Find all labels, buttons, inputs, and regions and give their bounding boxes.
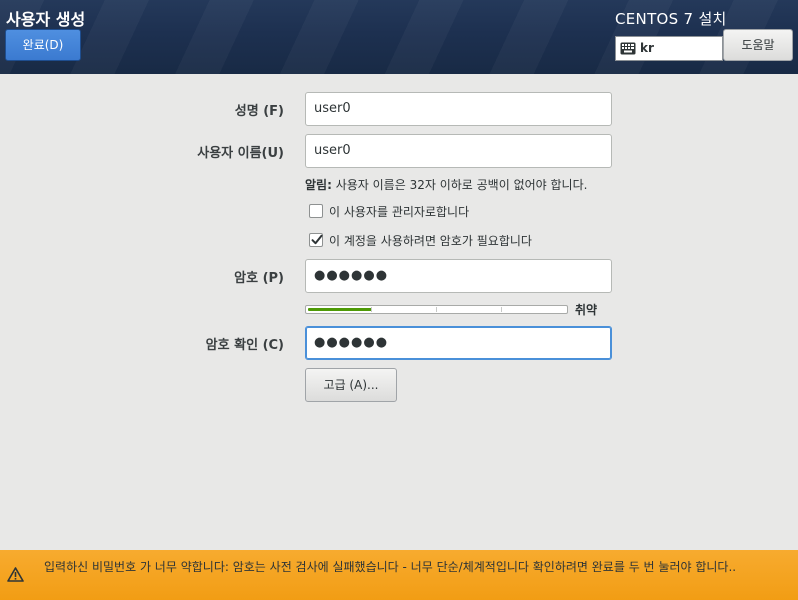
- admin-checkbox[interactable]: [309, 204, 323, 218]
- fullname-input[interactable]: user0: [305, 92, 612, 126]
- header-bar: 사용자 생성 완료(D) CENTOS 7 설치 kr 도움말: [0, 0, 798, 74]
- hint-body: 사용자 이름은 32자 이하로 공백이 없어야 합니다.: [331, 178, 588, 192]
- help-button[interactable]: 도움말: [723, 29, 793, 61]
- page-title: 사용자 생성: [6, 10, 86, 29]
- confirm-password-value: ●●●●●●: [314, 335, 389, 350]
- fullname-label: 성명 (F): [234, 104, 284, 119]
- confirm-password-input[interactable]: ●●●●●●: [305, 326, 612, 360]
- password-label: 암호 (P): [234, 271, 284, 286]
- username-input[interactable]: user0: [305, 134, 612, 168]
- keyboard-layout-label: kr: [640, 41, 654, 55]
- confirm-password-label: 암호 확인 (C): [205, 338, 284, 353]
- require-password-checkbox[interactable]: [309, 233, 323, 247]
- strength-divider: [436, 307, 437, 312]
- password-input[interactable]: ●●●●●●: [305, 259, 612, 293]
- warning-bar[interactable]: 입력하신 비밀번호 가 너무 약합니다: 암호는 사전 검사에 실패했습니다 -…: [0, 550, 798, 600]
- strength-divider: [501, 307, 502, 312]
- done-button[interactable]: 완료(D): [5, 29, 81, 61]
- keyboard-layout-indicator[interactable]: kr: [615, 36, 723, 61]
- advanced-button[interactable]: 고급 (A)...: [305, 368, 397, 402]
- require-password-checkbox-label[interactable]: 이 계정을 사용하려면 암호가 필요합니다: [329, 232, 532, 249]
- password-strength-bar: [305, 305, 568, 314]
- warning-icon: [7, 567, 24, 582]
- warning-message: 입력하신 비밀번호 가 너무 약합니다: 암호는 사전 검사에 실패했습니다 -…: [44, 560, 737, 574]
- password-value: ●●●●●●: [314, 268, 389, 283]
- username-hint: 알림: 사용자 이름은 32자 이하로 공백이 없어야 합니다.: [305, 176, 587, 193]
- username-label: 사용자 이름(U): [197, 146, 284, 161]
- keyboard-icon: [620, 42, 636, 55]
- admin-checkbox-label[interactable]: 이 사용자를 관리자로합니다: [329, 203, 469, 220]
- product-title: CENTOS 7 설치: [615, 10, 727, 28]
- strength-divider: [371, 307, 372, 312]
- hint-title: 알림:: [305, 178, 332, 192]
- checkmark-icon: [311, 234, 323, 245]
- password-strength-fill: [308, 308, 372, 311]
- password-strength-label: 취약: [575, 303, 598, 317]
